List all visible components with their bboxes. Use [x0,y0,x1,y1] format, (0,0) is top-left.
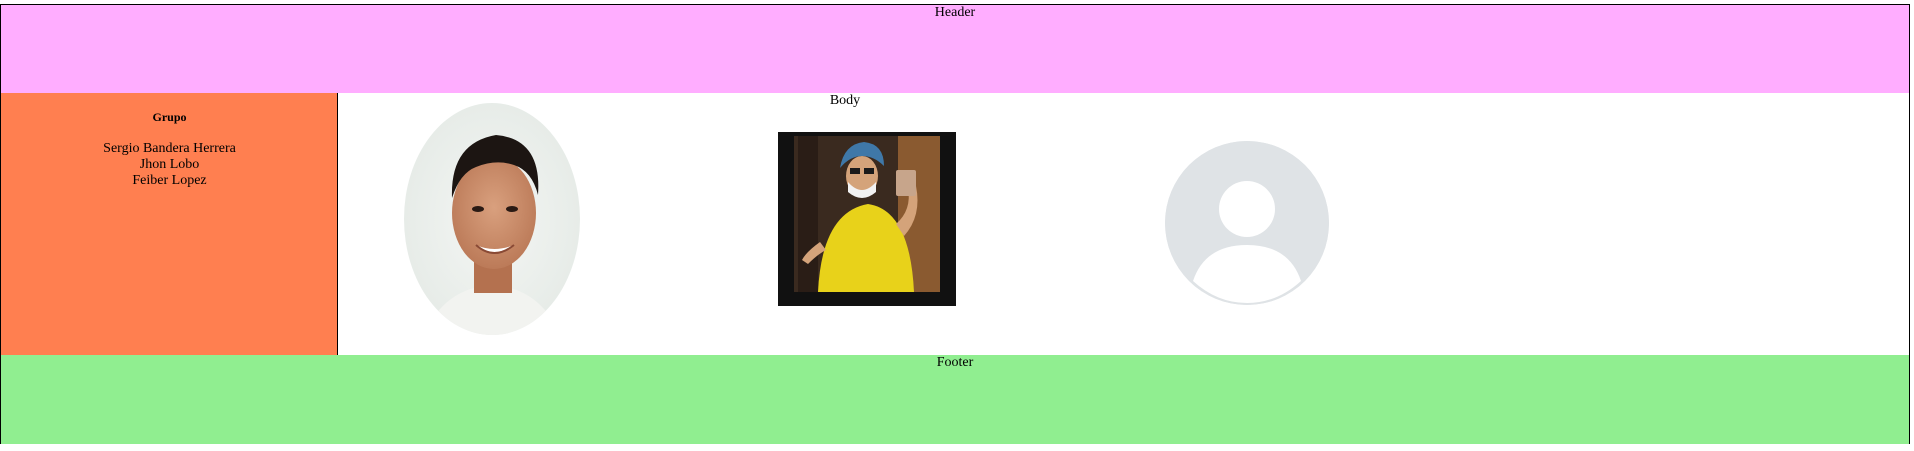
cyclist-selfie-photo [778,132,956,306]
group-heading: Grupo [152,110,187,124]
header: Header [1,5,1909,93]
member-item: Sergio Bandera Herrera [103,141,236,156]
person-oval-photo [404,103,580,335]
footer: Footer [1,355,1909,444]
default-avatar-icon [1165,141,1329,305]
member-list: Sergio Bandera Herrera Jhon Lobo Feiber … [1,141,338,189]
member-item: Feiber Lopez [132,173,207,188]
sidebar: Grupo Sergio Bandera Herrera Jhon Lobo F… [1,93,338,355]
member-item: Jhon Lobo [139,157,200,172]
body-row: Grupo Sergio Bandera Herrera Jhon Lobo F… [1,93,1909,355]
header-label: Header [934,5,976,20]
footer-label: Footer [936,355,974,370]
